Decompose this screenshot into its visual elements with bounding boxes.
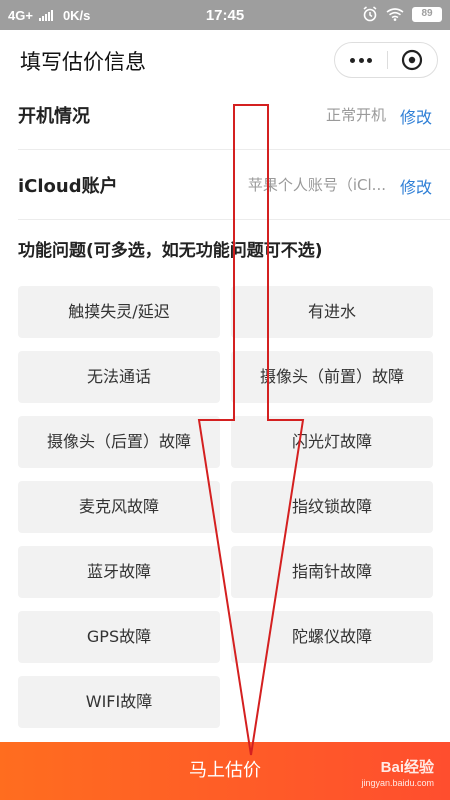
option-compass[interactable]: 指南针故障 — [231, 546, 433, 598]
more-dots-icon — [367, 58, 372, 63]
status-right: 89 — [362, 6, 442, 22]
watermark-brand: Bai经验 — [380, 759, 434, 776]
baidu-watermark: Bai经验 jingyan.baidu.com — [361, 756, 434, 788]
edit-icloud-link[interactable]: 修改 — [400, 174, 432, 198]
close-button[interactable] — [388, 43, 438, 77]
more-dots-icon — [358, 58, 364, 63]
option-touch-failure[interactable]: 触摸失灵/延迟 — [18, 286, 220, 338]
row-value: 苹果个人账号（iCl... — [247, 176, 386, 194]
option-fingerprint[interactable]: 指纹锁故障 — [231, 481, 433, 533]
option-gyroscope[interactable]: 陀螺仪故障 — [231, 611, 433, 663]
more-dots-icon — [350, 58, 355, 63]
row-power-status: 开机情况 正常开机 修改 — [18, 80, 450, 150]
mini-program-capsule — [334, 42, 438, 78]
edit-power-status-link[interactable]: 修改 — [400, 104, 432, 128]
close-target-icon — [401, 49, 423, 71]
row-label: 开机情况 — [18, 106, 90, 127]
option-gps[interactable]: GPS故障 — [18, 611, 220, 663]
option-flashlight[interactable]: 闪光灯故障 — [231, 416, 433, 468]
more-button[interactable] — [335, 43, 387, 77]
battery-icon: 89 — [412, 6, 442, 22]
option-cannot-call[interactable]: 无法通话 — [18, 351, 220, 403]
alarm-icon — [363, 6, 377, 22]
option-bluetooth[interactable]: 蓝牙故障 — [18, 546, 220, 598]
row-label: iCloud账户 — [18, 176, 118, 197]
section-title: 功能问题(可多选，如无功能问题可不选) — [18, 241, 323, 261]
option-water-damage[interactable]: 有进水 — [231, 286, 433, 338]
wifi-icon — [386, 8, 404, 21]
status-bar: 4G+ 0K/s 17:45 89 — [0, 0, 450, 30]
option-front-camera[interactable]: 摄像头（前置）故障 — [231, 351, 433, 403]
watermark-url: jingyan.baidu.com — [361, 778, 434, 788]
option-rear-camera[interactable]: 摄像头（后置）故障 — [18, 416, 220, 468]
option-wifi[interactable]: WIFI故障 — [18, 676, 220, 728]
page-title: 填写估价信息 — [20, 50, 146, 74]
row-value: 正常开机 — [325, 106, 386, 124]
option-microphone[interactable]: 麦克风故障 — [18, 481, 220, 533]
row-icloud-account: iCloud账户 苹果个人账号（iCl... 修改 — [18, 150, 450, 220]
